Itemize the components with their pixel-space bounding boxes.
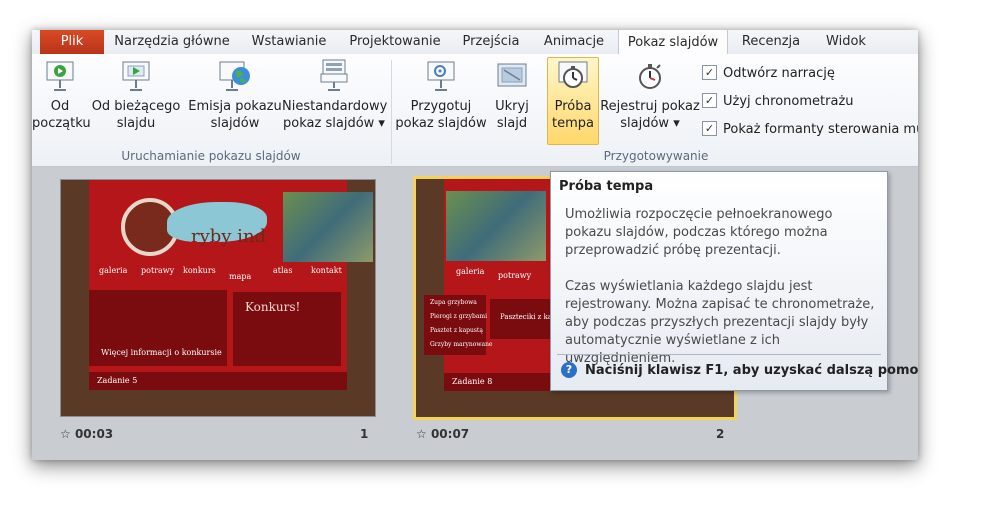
- play-narration-checkbox[interactable]: ✓ Odtwórz narrację: [702, 65, 835, 83]
- slide-contest-text: Konkurs!: [245, 300, 301, 314]
- slide-2-timing: ☆ 00:07: [416, 427, 469, 441]
- broadcast-slideshow-button[interactable]: Emisja pokazu slajdów: [188, 58, 282, 132]
- setup-label-1: Przygotuj: [410, 99, 472, 114]
- from-current-label-1: Od bieżącego: [91, 99, 181, 114]
- slide-nav-2: potrawy: [498, 271, 532, 280]
- custom-slideshow-icon: [316, 58, 352, 94]
- slide-brand-text: ryby ind: [191, 226, 267, 247]
- slide-thumbnail-1[interactable]: ryby ind galeria potrawy konkurs mapa at…: [60, 179, 376, 417]
- record-slideshow-button[interactable]: Rejestruj pokaz slajdów ▾: [598, 58, 702, 132]
- rehearse-label-1: Próba: [554, 99, 592, 114]
- tab-slide-show[interactable]: Pokaz slajdów: [618, 30, 728, 55]
- use-timings-checkbox[interactable]: ✓ Użyj chronometrażu: [702, 93, 854, 111]
- slide-2-number: 2: [716, 427, 725, 441]
- ribbon-tab-bar: Plik Narzędzia główne Wstawianie Projekt…: [32, 30, 918, 55]
- group-label-setup: Przygotowywanie: [603, 149, 709, 163]
- hide-slide-label-2: slajd: [496, 116, 528, 131]
- broadcast-label-2: slajdów: [210, 116, 260, 131]
- custom-slideshow-label-2: pokaz slajdów ▾: [283, 116, 385, 131]
- slide-nav-3: konkurs: [183, 266, 216, 275]
- from-beginning-label-2: początku: [32, 116, 91, 131]
- hide-slide-button[interactable]: Ukryj slajd: [490, 58, 534, 132]
- slide-more-text: Więcej informacji o konkursie: [101, 348, 222, 357]
- tooltip-help-text: Naciśnij klawisz F1, aby uzyskać dalszą …: [585, 363, 918, 378]
- hide-slide-label-1: Ukryj: [495, 99, 529, 114]
- record-label-2: slajdów ▾: [620, 116, 680, 131]
- rehearse-timings-tooltip: Próba tempa Umożliwia rozpoczęcie pełnoe…: [550, 171, 918, 391]
- tab-insert[interactable]: Wstawianie: [244, 30, 334, 54]
- slide-side-item-2: Pierogi z grzybami: [430, 313, 488, 320]
- show-media-controls-label: Pokaż formanty sterowania mult: [723, 122, 918, 137]
- tab-home[interactable]: Narzędzia główne: [112, 30, 232, 54]
- rehearse-timings-button[interactable]: Próba tempa: [547, 57, 599, 145]
- stopwatch-icon: [632, 58, 668, 94]
- checkmark-icon: ✓: [702, 93, 717, 108]
- slide-nav-4: mapa: [229, 272, 252, 281]
- show-media-controls-checkbox[interactable]: ✓ Pokaż formanty sterowania mult: [702, 121, 918, 139]
- record-label-1: Rejestruj pokaz: [600, 99, 700, 114]
- group-separator: [391, 60, 392, 164]
- use-timings-label: Użyj chronometrażu: [723, 94, 854, 109]
- tab-transitions[interactable]: Przejścia: [458, 30, 524, 54]
- setup-label-2: pokaz slajdów: [395, 116, 487, 131]
- play-narration-label: Odtwórz narrację: [723, 66, 835, 81]
- setup-slideshow-icon: [423, 58, 459, 94]
- rehearse-timings-icon: [555, 58, 591, 94]
- slide-side-item-3: Pasztet z kapustą: [430, 327, 483, 334]
- slide-1-time: 00:03: [74, 427, 114, 441]
- tab-design[interactable]: Projektowanie: [346, 30, 444, 54]
- checkmark-icon: ✓: [702, 121, 717, 136]
- from-current-label-2: slajdu: [116, 116, 156, 131]
- slide-nav-2: potrawy: [141, 266, 175, 275]
- custom-slideshow-button[interactable]: Niestandardowy pokaz slajdów ▾: [282, 58, 388, 132]
- rehearse-label-2: tempa: [552, 116, 594, 131]
- tab-file[interactable]: Plik: [40, 30, 104, 54]
- map-image: [446, 191, 546, 261]
- broadcast-globe-icon: [217, 58, 253, 94]
- slide-side-item-4: Grzyby marynowane: [430, 341, 493, 348]
- slide-1-timing: ☆ 00:03: [60, 427, 113, 441]
- timing-icon: ☆: [60, 427, 71, 441]
- tooltip-spacer: [565, 260, 880, 278]
- slide-nav-6: kontakt: [311, 266, 342, 275]
- tab-view[interactable]: Widok: [818, 30, 874, 54]
- custom-slideshow-label-1: Niestandardowy: [282, 99, 388, 114]
- group-label-start-slideshow: Uruchamianie pokazu slajdów: [121, 149, 301, 163]
- slide-nav-1: galeria: [99, 266, 128, 275]
- slide-task-text: Zadanie 5: [97, 376, 138, 385]
- slide-nav-5: atlas: [273, 266, 293, 275]
- slideshow-start-icon: [42, 58, 78, 94]
- ribbon-panel: Od początku Od bieżącego slajdu Emisja p…: [32, 54, 918, 167]
- tab-review[interactable]: Recenzja: [738, 30, 804, 54]
- timing-icon: ☆: [416, 427, 427, 441]
- broadcast-label-1: Emisja pokazu: [188, 99, 282, 114]
- tooltip-divider: [557, 354, 881, 355]
- tooltip-body: Umożliwia rozpoczęcie pełnoekranowego po…: [565, 206, 880, 368]
- powerpoint-window: Plik Narzędzia główne Wstawianie Projekt…: [32, 30, 918, 460]
- tooltip-title: Próba tempa: [559, 179, 654, 194]
- slide-nav-1: galeria: [456, 267, 485, 276]
- slide-side-item-1: Zupa grzybowa: [430, 299, 477, 306]
- setup-slideshow-button[interactable]: Przygotuj pokaz slajdów: [394, 58, 488, 132]
- slide-task-text: Zadanie 8: [452, 377, 493, 386]
- tab-animations[interactable]: Animacje: [538, 30, 610, 54]
- tooltip-paragraph-1: Umożliwia rozpoczęcie pełnoekranowego po…: [565, 207, 833, 258]
- help-icon: ?: [561, 362, 577, 378]
- slide-1-number: 1: [360, 427, 369, 441]
- checkmark-icon: ✓: [702, 65, 717, 80]
- hide-slide-icon: [494, 58, 530, 94]
- from-beginning-button[interactable]: Od początku: [32, 58, 91, 132]
- slide-2-time: 00:07: [430, 427, 470, 441]
- from-beginning-label-1: Od: [50, 99, 70, 114]
- map-image: [283, 192, 373, 262]
- from-current-slide-button[interactable]: Od bieżącego slajdu: [90, 58, 182, 132]
- slideshow-current-icon: [118, 58, 154, 94]
